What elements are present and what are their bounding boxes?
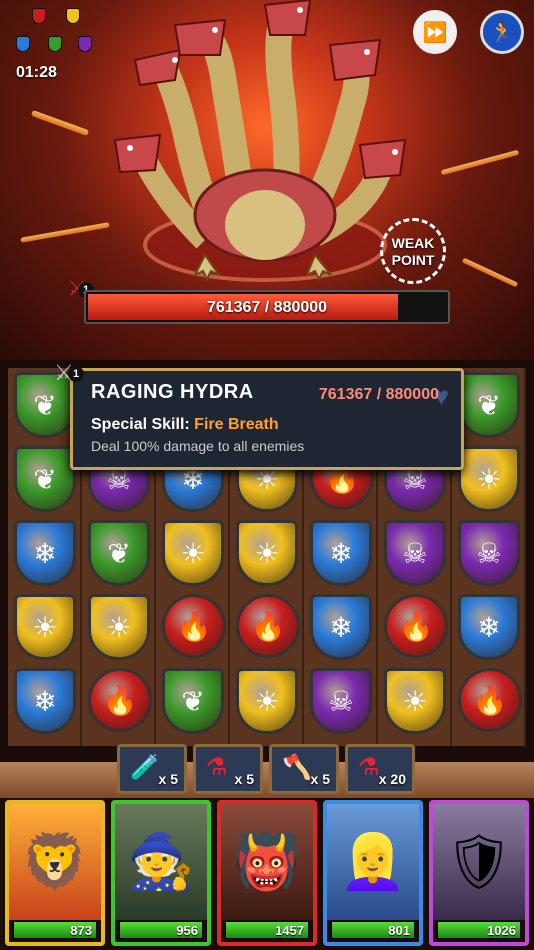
item-axe[interactable]: 🪓 x 5 <box>269 744 339 794</box>
hero-card-armored-knight[interactable]: 🛡 1026 <box>429 800 529 946</box>
purple-gem[interactable]: ☠ <box>458 520 520 586</box>
red-tonic-icon: ⚗ <box>358 754 380 781</box>
blue-gem[interactable]: ❄ <box>14 520 76 586</box>
hero-card-red-beast-warrior[interactable]: 🦁 873 <box>5 800 105 946</box>
weak-point-marker[interactable]: WEAK POINT <box>380 218 446 284</box>
hero-card-orc-pirate[interactable]: 👹 1457 <box>217 800 317 946</box>
item-health-potion[interactable]: ⚗ x 5 <box>193 744 263 794</box>
hero-hp-value: 1457 <box>275 923 304 938</box>
hero-portrait: 🦁 <box>9 804 101 920</box>
battle-scene: 01:28 ⏩ 🏃 WEAK POINT ⚔ 1 761367 / 880000 <box>0 0 534 360</box>
hero-hp-value: 873 <box>70 923 92 938</box>
hero-health-bar: 1457 <box>225 921 309 939</box>
boss-info-tooltip: RAGING HYDRA ♥ 761367 / 880000 Special S… <box>70 368 464 470</box>
item-count: x 5 <box>310 771 330 787</box>
green-gem[interactable]: ❦ <box>458 372 520 438</box>
tooltip-level-indicator: ⚔ 1 <box>54 360 88 394</box>
nature-element-icon <box>48 36 62 52</box>
blue-gem[interactable]: ❄ <box>14 668 76 734</box>
hero-card-wizard[interactable]: 🧙 956 <box>111 800 211 946</box>
red-gem[interactable]: 🔥 <box>88 668 152 732</box>
hero-portrait: 🧙 <box>115 804 207 920</box>
running-man-icon: 🏃 <box>489 21 515 44</box>
special-skill-name: Fire Breath <box>194 416 279 433</box>
hero-portrait: 🛡 <box>433 804 525 920</box>
special-skill-line: Special Skill: Fire Breath <box>91 416 443 434</box>
hero-portrait: 👱‍♀️ <box>327 804 419 920</box>
special-skill-description: Deal 100% damage to all enemies <box>91 438 305 454</box>
ice-element-icon <box>16 36 30 52</box>
item-mana-potion[interactable]: 🧪 x 5 <box>117 744 187 794</box>
fast-forward-icon: ⏩ <box>422 21 448 44</box>
red-gem[interactable]: 🔥 <box>236 594 300 658</box>
blue-gem[interactable]: ❄ <box>310 520 372 586</box>
raging-hydra-boss[interactable] <box>105 0 425 290</box>
lava-crack <box>461 257 519 288</box>
blue-gem[interactable]: ❄ <box>310 594 372 660</box>
hero-health-bar: 801 <box>331 921 415 939</box>
yellow-gem[interactable]: ☀ <box>88 594 150 660</box>
axe-icon: 🪓 <box>282 754 312 781</box>
yellow-gem[interactable]: ☀ <box>14 594 76 660</box>
flee-button[interactable]: 🏃 <box>480 10 524 54</box>
purple-gem[interactable]: ☠ <box>384 520 446 586</box>
battle-timer: 01:28 <box>16 64 57 81</box>
red-gem[interactable]: 🔥 <box>458 668 522 732</box>
hero-hp-value: 801 <box>388 923 410 938</box>
red-gem[interactable]: 🔥 <box>162 594 226 658</box>
red-gem[interactable]: 🔥 <box>384 594 448 658</box>
hero-portrait: 👹 <box>221 804 313 920</box>
blue-gem[interactable]: ❄ <box>458 594 520 660</box>
yellow-gem[interactable]: ☀ <box>162 520 224 586</box>
item-count: x 20 <box>378 771 406 787</box>
yellow-gem[interactable]: ☀ <box>236 520 298 586</box>
special-skill-label: Special Skill: <box>91 416 190 433</box>
hero-hp-value: 956 <box>176 923 198 938</box>
item-count: x 5 <box>234 771 254 787</box>
boss-health-text: 761367 / 880000 <box>206 299 328 316</box>
yellow-gem[interactable]: ☀ <box>384 668 446 734</box>
boss-health-bar: 761367 / 880000 <box>84 290 450 324</box>
yellow-gem[interactable]: ☀ <box>458 446 520 512</box>
green-gem[interactable]: ❦ <box>88 520 150 586</box>
item-shelf <box>0 762 534 798</box>
hero-hp-value: 1026 <box>487 923 516 938</box>
hero-health-bar: 1026 <box>437 921 521 939</box>
hero-card-blonde-heroine[interactable]: 👱‍♀️ 801 <box>323 800 423 946</box>
green-gem[interactable]: ❦ <box>14 446 76 512</box>
fast-forward-button[interactable]: ⏩ <box>413 10 457 54</box>
tooltip-boss-hp: 761367 / 880000 <box>318 386 439 403</box>
lava-crack <box>20 222 110 243</box>
blue-potion-icon: 🧪 <box>130 754 160 781</box>
purple-gem[interactable]: ☠ <box>310 668 372 734</box>
hero-health-bar: 873 <box>13 921 97 939</box>
light-element-icon <box>66 8 80 24</box>
dark-element-icon <box>78 36 92 52</box>
item-count: x 5 <box>158 771 178 787</box>
hero-health-bar: 956 <box>119 921 203 939</box>
red-potion-icon: ⚗ <box>206 754 228 781</box>
item-tonic[interactable]: ⚗ x 20 <box>345 744 415 794</box>
lava-crack <box>440 149 520 176</box>
fire-element-icon <box>32 8 46 24</box>
tooltip-level-badge: 1 <box>68 366 84 382</box>
green-gem[interactable]: ❦ <box>162 668 224 734</box>
lava-crack <box>30 109 90 137</box>
yellow-gem[interactable]: ☀ <box>236 668 298 734</box>
